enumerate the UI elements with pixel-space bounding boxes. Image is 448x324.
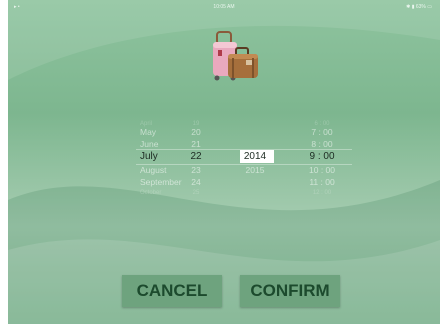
picker-time-item[interactable]: 12 : 00 [298,187,346,199]
confirm-button[interactable]: CONFIRM [240,275,340,307]
time-wheel[interactable]: 6 : 00 7 : 00 8 : 00 9 : 00 10 : 00 11 :… [298,118,346,198]
day-wheel[interactable]: 19 20 21 22 23 24 25 [184,118,208,198]
picker-time-selected[interactable]: 9 : 00 [298,151,346,163]
picker-day-item[interactable]: 20 [184,126,208,138]
picker-time-item[interactable]: 8 : 00 [298,138,346,150]
picker-day-selected[interactable]: 22 [184,151,208,163]
luggage-icon [213,31,258,81]
picker-year-item[interactable]: 2015 [236,164,274,176]
picker-year-selected[interactable]: 2014 [236,151,274,163]
picker-time-item[interactable]: 10 : 00 [298,164,346,176]
status-right-icons: ✱ ▮ 63% ▭ [406,4,432,10]
picker-day-item[interactable]: 25 [184,187,208,199]
cancel-button[interactable]: CANCEL [122,275,222,307]
status-time: 10:05 AM [213,4,235,10]
status-bar: ▸ • 10:05 AM ✱ ▮ 63% ▭ [8,0,440,14]
picker-day-item[interactable]: 21 [184,138,208,150]
picker-time-item[interactable]: 7 : 00 [298,126,346,138]
date-time-picker: April May June July August September Oct… [8,118,440,198]
picker-day-item[interactable]: 23 [184,164,208,176]
year-wheel[interactable]: 2014 2015 [236,118,274,198]
app-screen: ▸ • 10:05 AM ✱ ▮ 63% ▭ April May June Ju… [8,0,440,324]
